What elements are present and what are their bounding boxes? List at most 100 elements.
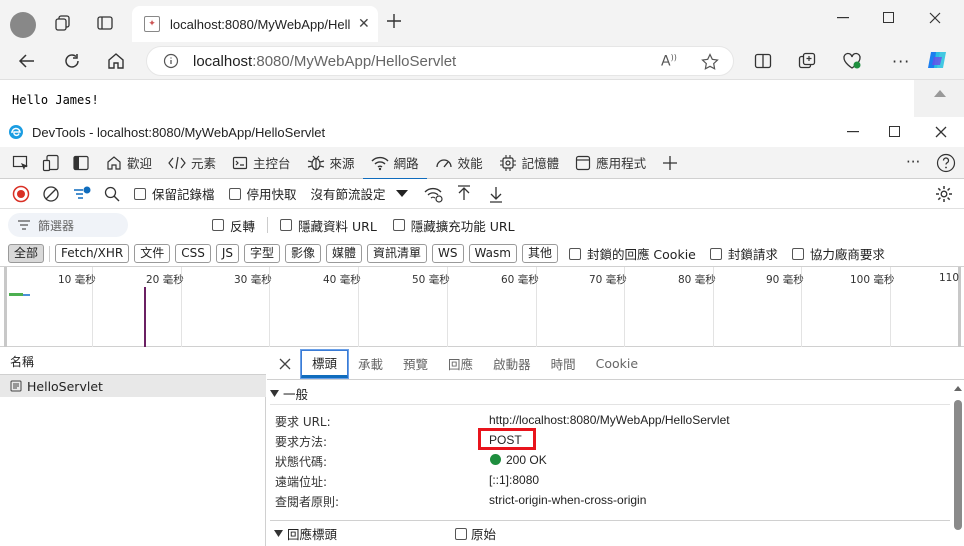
type-filter-all[interactable]: 全部	[8, 244, 45, 263]
request-row-helloservlet[interactable]: HelloServlet	[0, 375, 266, 397]
hide-data-urls-checkbox[interactable]: 隱藏資料 URL	[280, 210, 377, 240]
hide-data-urls-box[interactable]	[280, 219, 293, 231]
hide-ext-urls-checkbox[interactable]: 隱藏擴充功能 URL	[392, 210, 515, 240]
type-filter-font[interactable]: 字型	[243, 244, 280, 263]
help-icon[interactable]	[936, 153, 956, 173]
type-filter-media[interactable]: 媒體	[326, 244, 363, 263]
preserve-log-box[interactable]	[134, 187, 146, 200]
blocked-cookies-box[interactable]	[568, 247, 581, 260]
browser-tab[interactable]: ✦ localhost:8080/MyWebApp/Hellc ✕	[132, 6, 378, 42]
tab-performance[interactable]: 效能	[427, 147, 491, 179]
tab-console[interactable]: 主控台	[224, 147, 299, 179]
add-tool-icon[interactable]	[662, 155, 678, 171]
blocked-requests-box[interactable]	[709, 247, 722, 260]
detail-tab-timing[interactable]: 時間	[541, 350, 586, 378]
timeline-left-handle[interactable]	[4, 267, 7, 347]
detail-tab-cookies[interactable]: Cookie	[586, 350, 648, 378]
disable-cache-box[interactable]	[228, 187, 241, 200]
more-menu-icon[interactable]: ···	[892, 52, 910, 71]
timeline-tick-label: 60 毫秒	[501, 274, 539, 286]
scroll-up-icon[interactable]	[934, 90, 946, 97]
devtools-tool-tabs: 歡迎 元素 主控台 來源 網路 效能 記憶體 應用程式 ···	[0, 147, 964, 180]
filter-input[interactable]: 篩選器	[8, 213, 128, 237]
tab-elements[interactable]: 元素	[160, 147, 224, 179]
clear-log-icon[interactable]	[42, 185, 60, 203]
hide-ext-urls-box[interactable]	[392, 219, 405, 231]
invert-box[interactable]	[212, 219, 224, 231]
wifi-icon	[371, 155, 389, 171]
close-window-icon[interactable]	[920, 8, 950, 28]
preserve-log-checkbox[interactable]: 保留記錄檔	[134, 179, 215, 209]
minimize-icon[interactable]	[828, 8, 858, 28]
detail-tab-headers[interactable]: 標頭	[301, 349, 349, 378]
profile-avatar[interactable]	[10, 12, 36, 38]
details-scroll-thumb[interactable]	[954, 400, 962, 530]
tab-sources[interactable]: 來源	[299, 147, 363, 179]
response-headers-section-header[interactable]: 回應標頭 原始	[270, 520, 950, 546]
tab-memory[interactable]: 記憶體	[491, 147, 568, 179]
network-conditions-icon[interactable]	[424, 185, 444, 203]
tab-welcome[interactable]: 歡迎	[98, 147, 160, 179]
performance-heart-icon[interactable]	[842, 52, 862, 70]
address-bar[interactable]: localhost:8080/MyWebApp/HelloServlet A))	[146, 46, 734, 76]
third-party-checkbox[interactable]: 協力廠商要求	[791, 241, 885, 267]
type-filter-manifest[interactable]: 資訊清單	[367, 244, 428, 263]
devtools-more-icon[interactable]: ···	[906, 153, 920, 171]
collections-icon[interactable]	[798, 52, 816, 70]
general-section-header[interactable]: 一般	[270, 383, 950, 405]
detail-tab-preview[interactable]: 預覽	[393, 350, 438, 378]
detail-tab-payload[interactable]: 承載	[348, 350, 393, 378]
home-button-icon[interactable]	[107, 52, 125, 70]
refresh-icon[interactable]	[63, 52, 81, 70]
inspect-element-icon[interactable]	[12, 154, 30, 172]
type-filter-fetch-xhr[interactable]: Fetch/XHR	[55, 244, 130, 263]
tab-actions-icon[interactable]	[96, 14, 114, 32]
throttle-dropdown[interactable]: 沒有節流設定	[311, 179, 408, 209]
close-tab-icon[interactable]: ✕	[358, 16, 370, 32]
invert-label: 反轉	[230, 218, 256, 234]
search-icon[interactable]	[104, 186, 120, 202]
detail-tab-initiator[interactable]: 啟動器	[483, 350, 541, 378]
workspaces-icon[interactable]	[54, 14, 72, 32]
devtools-close-icon[interactable]	[926, 122, 956, 142]
devtools-maximize-icon[interactable]	[880, 122, 910, 142]
request-list-header[interactable]: 名稱	[0, 348, 266, 375]
record-button-icon[interactable]	[12, 185, 30, 203]
page-scrollbar[interactable]	[914, 80, 964, 118]
copilot-icon[interactable]	[926, 49, 948, 71]
blocked-cookies-checkbox[interactable]: 封鎖的回應 Cookie	[568, 241, 696, 267]
tab-performance-label: 效能	[457, 156, 483, 171]
device-emulation-icon[interactable]	[42, 154, 60, 172]
detail-tab-response[interactable]: 回應	[438, 350, 483, 378]
raw-checkbox[interactable]	[455, 527, 468, 540]
tab-network[interactable]: 網路	[362, 147, 427, 180]
favorite-star-icon[interactable]	[701, 53, 719, 71]
type-filter-wasm[interactable]: Wasm	[468, 244, 517, 263]
tab-application[interactable]: 應用程式	[567, 147, 654, 179]
type-filter-other[interactable]: 其他	[521, 244, 558, 263]
type-filter-css[interactable]: CSS	[175, 244, 211, 263]
devtools-minimize-icon[interactable]	[838, 122, 868, 142]
type-filter-image[interactable]: 影像	[285, 244, 322, 263]
maximize-icon[interactable]	[874, 8, 904, 28]
details-scroll-up-icon[interactable]	[954, 386, 962, 391]
third-party-box[interactable]	[791, 247, 804, 260]
back-icon[interactable]	[18, 52, 36, 70]
toggle-sidebar-icon[interactable]	[72, 154, 90, 172]
network-settings-gear-icon[interactable]	[935, 185, 953, 203]
new-tab-icon[interactable]	[386, 13, 402, 29]
disable-cache-checkbox[interactable]: 停用快取	[228, 179, 297, 209]
type-filter-js[interactable]: JS	[215, 244, 239, 263]
split-screen-icon[interactable]	[754, 52, 772, 70]
export-har-icon[interactable]	[488, 185, 504, 203]
invert-checkbox[interactable]: 反轉	[212, 210, 255, 240]
read-aloud-icon[interactable]: A))	[661, 53, 677, 70]
filter-toggle-icon[interactable]	[72, 185, 92, 203]
blocked-requests-checkbox[interactable]: 封鎖請求	[709, 241, 778, 267]
timeline-overview[interactable]: 10 毫秒 20 毫秒 30 毫秒 40 毫秒 50 毫秒 60 毫秒 70 毫…	[0, 267, 964, 347]
close-details-icon[interactable]	[279, 358, 291, 370]
site-info-icon[interactable]	[163, 53, 179, 69]
import-har-icon[interactable]	[456, 184, 472, 203]
type-filter-ws[interactable]: WS	[432, 244, 464, 263]
type-filter-document[interactable]: 文件	[134, 244, 171, 263]
